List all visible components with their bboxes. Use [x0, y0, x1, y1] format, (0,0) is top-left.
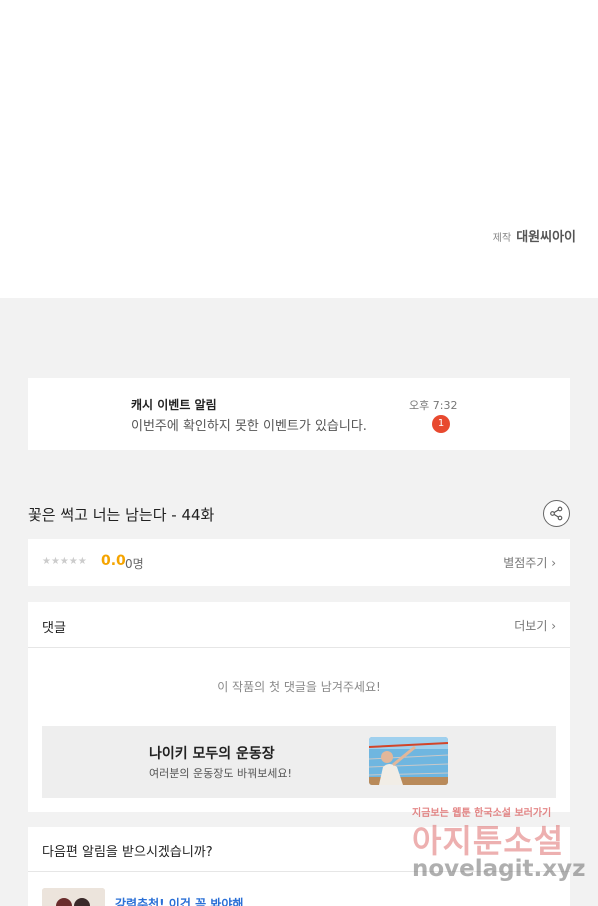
producer-name: 대원씨아이: [516, 230, 576, 245]
comments-empty-message: 이 작품의 첫 댓글을 남겨주세요!: [217, 680, 381, 694]
rating-bar: ★★★★★ 0.0 0명 별점주기 ›: [28, 539, 570, 586]
share-button[interactable]: [543, 500, 570, 527]
producer-label: 제작: [492, 233, 512, 244]
rating-stars: ★★★★★: [42, 556, 87, 567]
recommend-thumbnail[interactable]: [42, 888, 105, 906]
next-episode-alert: 다음편 알림을 받으시겠습니까? 강력추천! 이건 꼭 봐야해: [28, 827, 570, 906]
notification-badge: 1: [432, 415, 450, 433]
ad-title: 나이키 모두의 운동장: [149, 746, 275, 762]
next-episode-title: 다음편 알림을 받으시겠습니까?: [42, 845, 213, 860]
notification-title: 캐시 이벤트 알림: [131, 398, 217, 412]
rating-score: 0.0: [101, 553, 126, 569]
notification-time: 오후 7:32: [409, 399, 458, 412]
comments-header: 댓글 더보기 ›: [28, 602, 570, 648]
rating-count: 0명: [125, 557, 144, 571]
comments-title: 댓글: [42, 621, 66, 636]
comments-section: 댓글 더보기 › 이 작품의 첫 댓글을 남겨주세요! 나이키 모두의 운동장 …: [28, 602, 570, 812]
episode-title: 꽃은 썩고 너는 남는다 - 44화: [28, 506, 215, 524]
next-episode-header: 다음편 알림을 받으시겠습니까?: [28, 827, 570, 872]
share-icon: [550, 506, 563, 521]
rate-button[interactable]: 별점주기 ›: [503, 554, 556, 571]
content-end-area: 제작 대원씨아이: [0, 0, 598, 298]
cash-event-notification[interactable]: 캐시 이벤트 알림 이번주에 확인하지 못한 이벤트가 있습니다. 오후 7:3…: [28, 378, 570, 450]
producer-credit: 제작 대원씨아이: [493, 226, 576, 245]
nike-ad-banner[interactable]: 나이키 모두의 운동장 여러분의 운동장도 바꿔보세요!: [42, 726, 556, 798]
recommend-link[interactable]: 강력추천! 이건 꼭 봐야해: [115, 895, 243, 906]
ad-thumbnail-image: [369, 737, 448, 785]
comments-more-link[interactable]: 더보기 ›: [514, 617, 556, 634]
notification-message: 이번주에 확인하지 못한 이벤트가 있습니다.: [131, 419, 367, 434]
ad-subtitle: 여러분의 운동장도 바꿔보세요!: [149, 767, 292, 780]
